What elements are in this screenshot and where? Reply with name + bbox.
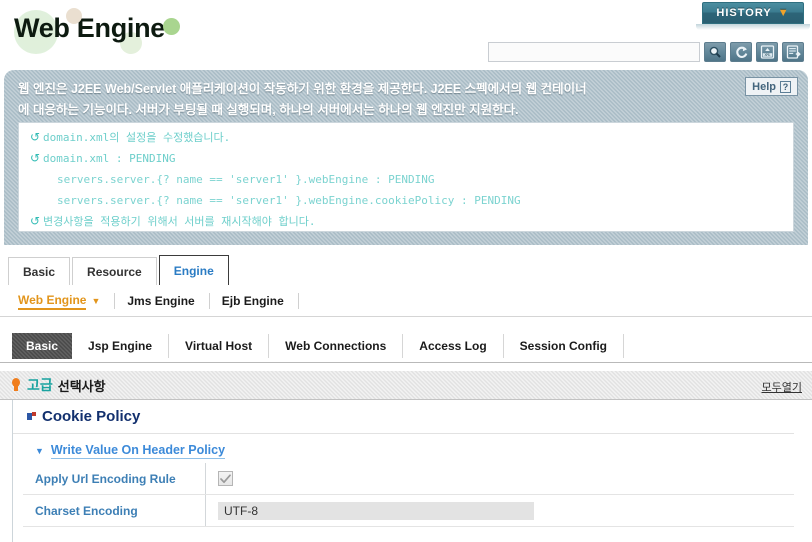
- export-icon-button[interactable]: [782, 42, 804, 62]
- subtab-web-connections[interactable]: Web Connections: [269, 334, 404, 358]
- decorative-circle-green-icon: [163, 18, 180, 35]
- advanced-label: 선택사항: [57, 378, 106, 394]
- page-title: Web Engine: [14, 13, 166, 43]
- message-text: domain.xml : PENDING: [43, 152, 176, 165]
- sync-icon: ↺: [29, 130, 41, 144]
- advanced-options-bar: 고급 선택사항 모두열기: [0, 371, 812, 400]
- subnav-item-label: Jms Engine: [127, 293, 195, 308]
- field-value: [206, 463, 794, 494]
- subnav-item-web-engine[interactable]: Web Engine ▼: [18, 292, 116, 310]
- page-header: Web Engine HISTORY ▼ XML: [0, 0, 812, 68]
- subnav-item-ejb-engine[interactable]: Ejb Engine: [221, 292, 299, 309]
- banner-description-line-1: 웹 엔진은 J2EE Web/Servlet 애플리케이션이 작동하기 위한 환…: [18, 82, 587, 96]
- subtab-virtual-host[interactable]: Virtual Host: [169, 334, 270, 358]
- message-text: servers.server.{? name == 'server1' }.we…: [57, 194, 521, 207]
- sync-icon: ↺: [29, 214, 41, 228]
- banner-description: 웹 엔진은 J2EE Web/Servlet 애플리케이션이 작동하기 위한 환…: [18, 79, 718, 121]
- refresh-icon: [735, 46, 747, 58]
- cookie-policy-panel: Cookie Policy ▼ Write Value On Header Po…: [12, 400, 802, 542]
- subtab-access-log[interactable]: Access Log: [403, 334, 504, 358]
- field-label: Apply Url Encoding Rule: [23, 463, 206, 494]
- subnav-item-label: Web Engine: [18, 292, 87, 310]
- message-text: domain.xml의 설정을 수정했습니다.: [43, 131, 231, 144]
- triangle-down-icon: ▼: [35, 446, 44, 456]
- web-engine-tab-bar: Basic Jsp Engine Virtual Host Web Connec…: [0, 330, 812, 363]
- svg-text:XML: XML: [764, 53, 770, 57]
- section-marker-icon: [27, 412, 36, 421]
- section-header: Cookie Policy: [13, 400, 794, 434]
- field-value: [206, 495, 794, 526]
- field-row-apply-url-encoding-rule: Apply Url Encoding Rule: [23, 463, 794, 495]
- message-line: ↺ domain.xml : PENDING: [19, 148, 793, 169]
- export-icon: [786, 45, 801, 59]
- subtab-jsp-engine[interactable]: Jsp Engine: [72, 334, 170, 358]
- export-xml-icon-button[interactable]: XML: [756, 42, 778, 62]
- group-title: Write Value On Header Policy: [50, 443, 226, 459]
- message-line: ↺ 변경사항을 적용하기 위해서 서버를 재시작해야 합니다.: [19, 211, 793, 231]
- message-line: servers.server.{? name == 'server1' }.we…: [19, 190, 793, 211]
- message-log-box: ↺ domain.xml의 설정을 수정했습니다. ↺ domain.xml :…: [18, 122, 794, 232]
- message-text: servers.server.{? name == 'server1' }.we…: [57, 173, 435, 186]
- search-icon: [709, 46, 721, 58]
- advanced-keyword: 고급: [27, 377, 53, 393]
- charset-encoding-input[interactable]: [218, 501, 534, 520]
- field-label: Charset Encoding: [23, 495, 206, 526]
- history-button[interactable]: HISTORY ▼: [702, 2, 804, 24]
- advanced-options-title-group: 고급 선택사항: [0, 375, 106, 395]
- engine-sub-nav: Web Engine ▼ Jms Engine Ejb Engine: [0, 285, 812, 317]
- tab-resource[interactable]: Resource: [72, 257, 157, 285]
- message-text: 변경사항을 적용하기 위해서 서버를 재시작해야 합니다.: [43, 215, 316, 228]
- tab-basic[interactable]: Basic: [8, 257, 71, 285]
- question-mark-icon: ?: [780, 80, 791, 93]
- help-button-label: Help: [752, 80, 776, 93]
- message-line: ↺ domain.xml의 설정을 수정했습니다.: [19, 127, 793, 148]
- section-title: Cookie Policy: [42, 408, 141, 425]
- history-button-shadow: [696, 24, 810, 30]
- subtab-session-config[interactable]: Session Config: [504, 334, 624, 358]
- checkmark-icon: [220, 473, 231, 483]
- search-icon-button[interactable]: [704, 42, 726, 62]
- description-banner: 웹 엔진은 J2EE Web/Servlet 애플리케이션이 작동하기 위한 환…: [4, 70, 808, 245]
- search-input[interactable]: [488, 42, 700, 62]
- banner-description-line-2: 에 대응하는 기능이다. 서버가 부팅될 때 실행되며, 하나의 서버에서는 하…: [18, 103, 519, 117]
- tab-engine[interactable]: Engine: [158, 255, 229, 285]
- chevron-down-icon: ▼: [777, 6, 790, 19]
- message-line: servers.server.{? name == 'server1' }.we…: [19, 169, 793, 190]
- header-toolbar: XML: [488, 42, 804, 62]
- history-button-label: HISTORY: [716, 7, 772, 19]
- field-row-charset-encoding: Charset Encoding: [23, 495, 794, 527]
- page-title-group: Web Engine: [10, 6, 180, 54]
- apply-url-encoding-rule-checkbox[interactable]: [218, 471, 233, 486]
- export-xml-icon: XML: [760, 45, 774, 59]
- primary-tab-bar: Basic Resource Engine: [0, 255, 812, 285]
- lightbulb-icon: [10, 378, 22, 392]
- chevron-down-icon: ▼: [91, 295, 101, 306]
- sync-icon: ↺: [29, 151, 41, 165]
- decorative-circle-beige-icon: [66, 8, 82, 24]
- group-header[interactable]: ▼ Write Value On Header Policy: [13, 434, 802, 463]
- subnav-item-jms-engine[interactable]: Jms Engine: [127, 292, 210, 309]
- application-window: Web Engine HISTORY ▼ XML 웹 엔진은 J2EE Web/…: [0, 0, 812, 542]
- help-button[interactable]: Help ?: [745, 77, 798, 96]
- refresh-icon-button[interactable]: [730, 42, 752, 62]
- expand-all-link[interactable]: 모두열기: [762, 379, 802, 395]
- subnav-item-label: Ejb Engine: [221, 293, 284, 308]
- subtab-basic[interactable]: Basic: [12, 333, 73, 359]
